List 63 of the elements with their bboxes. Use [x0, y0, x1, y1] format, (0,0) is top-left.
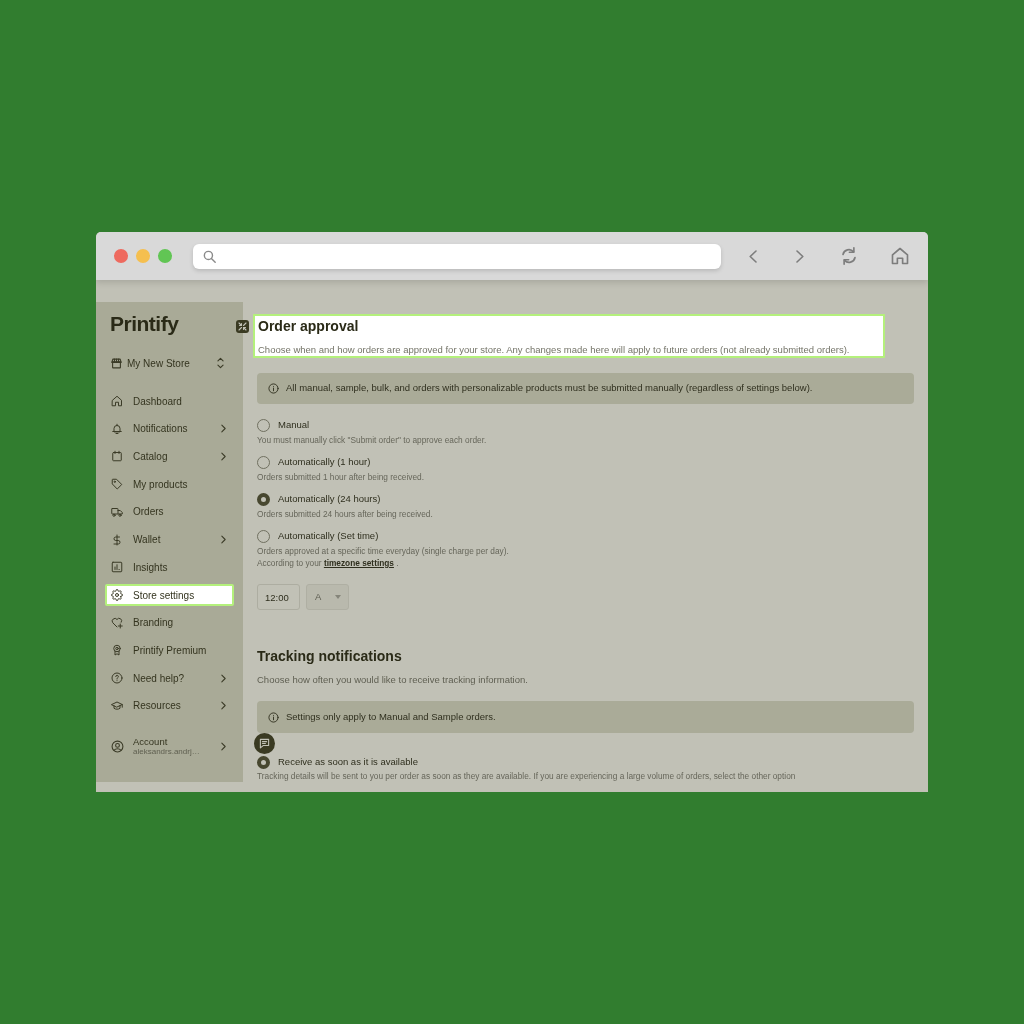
- timezone-note: According to your timezone settings .: [257, 557, 399, 569]
- settings-icon: [111, 589, 123, 602]
- section-title: Tracking notifications: [257, 648, 402, 664]
- nav-item[interactable]: Wallet: [105, 528, 234, 551]
- option-description: You must manually click "Submit order" to approve each order.: [257, 434, 487, 446]
- graduation-cap-icon: [111, 699, 123, 712]
- nav-item[interactable]: Notifications: [105, 417, 234, 440]
- dollar-icon: [111, 533, 123, 546]
- option-description: Orders submitted 1 hour after being received.: [257, 471, 424, 483]
- refresh-icon[interactable]: [840, 246, 858, 266]
- medal-icon: [111, 644, 123, 657]
- option-label: Automatically (1 hour): [278, 454, 371, 469]
- address-field[interactable]: [193, 243, 721, 269]
- forward-icon[interactable]: [796, 249, 804, 263]
- nav-item[interactable]: Insights: [105, 556, 234, 579]
- nav-item[interactable]: Store settings: [105, 584, 234, 607]
- option-label: Receive as soon as it is available: [278, 754, 418, 769]
- notice-text: All manual, sample, bulk, and orders with personalizable products must be submitted manually (regardless of settings below).: [286, 381, 813, 396]
- nav-item[interactable]: Printify Premium: [105, 639, 234, 662]
- info-icon: [268, 711, 279, 723]
- home-icon: [111, 395, 123, 407]
- option-label: Automatically (24 hours): [278, 491, 381, 506]
- nav-item[interactable]: Branding: [105, 611, 234, 634]
- nav-item[interactable]: Resources: [105, 694, 234, 717]
- up-down-chevron-icon: [217, 357, 224, 369]
- user-icon: [111, 740, 124, 754]
- home-icon[interactable]: [891, 247, 909, 265]
- radio-button[interactable]: [257, 492, 270, 506]
- radio-button[interactable]: [257, 755, 270, 769]
- search-icon: [203, 249, 216, 263]
- collapse-icon[interactable]: [236, 320, 249, 333]
- nav-item[interactable]: Orders: [105, 500, 234, 523]
- account-button[interactable]: Account aleksandrs.andrj…: [105, 734, 234, 759]
- section-title: Order approval: [258, 318, 359, 334]
- chat-button[interactable]: [254, 733, 275, 754]
- notice-text: Settings only apply to Manual and Sample orders.: [286, 709, 496, 724]
- nav-item[interactable]: Need help?: [105, 667, 234, 690]
- bell-icon: [111, 422, 123, 435]
- store-selector[interactable]: My New Store: [111, 353, 224, 373]
- option-description: Tracking details will be sent to you per order as soon as they are available. If you are experiencing a large volume of orders, select the other option: [257, 771, 796, 781]
- option-description: Orders approved at a specific time everyday (single charge per day).: [257, 545, 509, 557]
- chart-icon: [111, 561, 123, 574]
- timezone-settings-link[interactable]: timezone settings: [323, 558, 394, 568]
- nav-item[interactable]: Catalog: [105, 445, 234, 468]
- time-field[interactable]: 12:00: [257, 584, 300, 610]
- option-label: Manual: [278, 417, 310, 432]
- option-label: Automatically (Set time): [278, 528, 379, 543]
- truck-icon: [111, 505, 123, 518]
- section-description: Choose how often you would like to receive tracking information.: [257, 674, 528, 686]
- back-icon[interactable]: [749, 249, 757, 263]
- chat-icon: [259, 738, 270, 749]
- caret-icon: [335, 595, 341, 599]
- option-description: Orders submitted 24 hours after being received.: [257, 508, 433, 520]
- nav-item[interactable]: My products: [105, 473, 234, 496]
- store-icon: [111, 357, 122, 369]
- clipboard-icon: [111, 450, 123, 463]
- section-description: Choose when and how orders are approved for your store. Any changes made here will apply to future orders (not already submitted orders).: [258, 344, 850, 356]
- info-icon: [268, 383, 279, 394]
- nav-item[interactable]: Dashboard: [105, 390, 234, 412]
- help-icon: [111, 672, 123, 685]
- heart-plus-icon: [111, 616, 123, 629]
- logo: Printify: [110, 313, 179, 335]
- tag-icon: [111, 478, 123, 491]
